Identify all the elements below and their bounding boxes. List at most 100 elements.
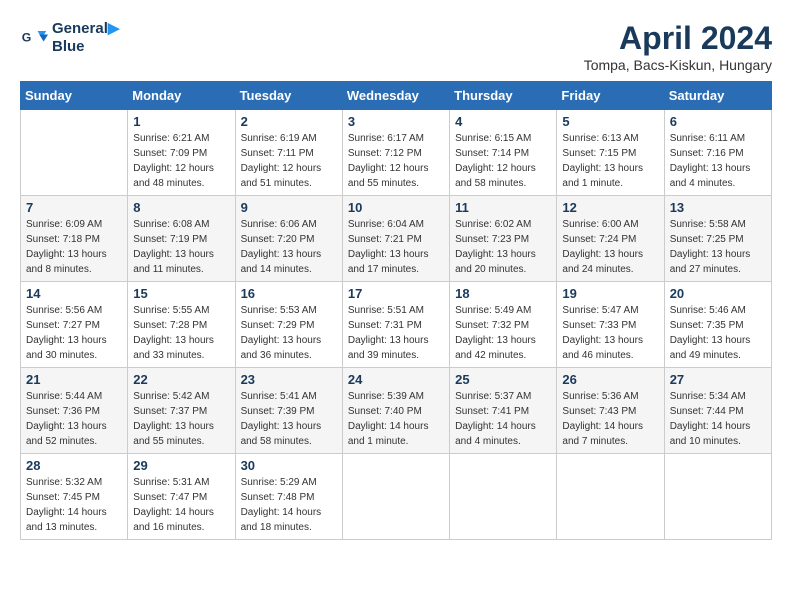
day-number: 24 <box>348 372 444 387</box>
calendar-cell: 22Sunrise: 5:42 AMSunset: 7:37 PMDayligh… <box>128 368 235 454</box>
month-title: April 2024 <box>584 20 772 57</box>
day-info: Sunrise: 6:11 AMSunset: 7:16 PMDaylight:… <box>670 131 766 191</box>
calendar-cell: 10Sunrise: 6:04 AMSunset: 7:21 PMDayligh… <box>342 196 449 282</box>
calendar-week-row: 21 Sunrise: 5:44 AMSunset: 7:36 PMDayligh… <box>21 368 772 454</box>
calendar-cell <box>450 454 557 540</box>
page-header: G General▶ Blue April 2024 Tompa, Bacs-K… <box>20 20 772 73</box>
day-info: Sunrise: 5:47 AMSunset: 7:33 PMDaylight:… <box>562 303 658 363</box>
calendar-cell: 1 Sunrise: 6:21 AMSunset: 7:09 PMDaylight… <box>128 110 235 196</box>
day-number: 4 <box>455 114 551 129</box>
calendar-cell: 23 Sunrise: 5:41 AMSunset: 7:39 PMDayligh… <box>235 368 342 454</box>
day-number: 14 <box>26 286 122 301</box>
day-number: 27 <box>670 372 766 387</box>
day-number: 17 <box>348 286 444 301</box>
calendar-cell <box>557 454 664 540</box>
weekday-header: Tuesday <box>235 82 342 110</box>
day-info: Sunrise: 5:31 AMSunset: 7:47 PMDaylight:… <box>133 475 229 535</box>
calendar-cell: 14 Sunrise: 5:56 AMSunset: 7:27 PMDayligh… <box>21 282 128 368</box>
day-info: Sunrise: 5:56 AMSunset: 7:27 PMDaylight:… <box>26 303 122 363</box>
day-info: Sunrise: 6:15 AMSunset: 7:14 PMDaylight:… <box>455 131 551 191</box>
svg-text:G: G <box>22 31 32 45</box>
day-info: Sunrise: 6:09 AMSunset: 7:18 PMDaylight:… <box>26 217 122 277</box>
day-number: 1 <box>133 114 229 129</box>
day-number: 2 <box>241 114 337 129</box>
calendar-cell: 19 Sunrise: 5:47 AMSunset: 7:33 PMDayligh… <box>557 282 664 368</box>
calendar-cell: 7 Sunrise: 6:09 AMSunset: 7:18 PMDaylight… <box>21 196 128 282</box>
day-info: Sunrise: 5:32 AMSunset: 7:45 PMDaylight:… <box>26 475 122 535</box>
day-info: Sunrise: 5:49 AMSunset: 7:32 PMDaylight:… <box>455 303 551 363</box>
day-info: Sunrise: 6:02 AMSunset: 7:23 PMDaylight:… <box>455 217 551 277</box>
day-number: 22 <box>133 372 229 387</box>
day-number: 11 <box>455 200 551 215</box>
calendar-week-row: 1 Sunrise: 6:21 AMSunset: 7:09 PMDaylight… <box>21 110 772 196</box>
day-number: 12 <box>562 200 658 215</box>
day-number: 13 <box>670 200 766 215</box>
day-info: Sunrise: 6:19 AMSunset: 7:11 PMDaylight:… <box>241 131 337 191</box>
day-info: Sunrise: 5:46 AMSunset: 7:35 PMDaylight:… <box>670 303 766 363</box>
day-number: 25 <box>455 372 551 387</box>
weekday-header: Thursday <box>450 82 557 110</box>
day-number: 29 <box>133 458 229 473</box>
calendar-table: SundayMondayTuesdayWednesdayThursdayFrid… <box>20 81 772 540</box>
title-section: April 2024 Tompa, Bacs-Kiskun, Hungary <box>584 20 772 73</box>
day-number: 20 <box>670 286 766 301</box>
calendar-cell <box>664 454 771 540</box>
weekday-header-row: SundayMondayTuesdayWednesdayThursdayFrid… <box>21 82 772 110</box>
day-number: 3 <box>348 114 444 129</box>
day-info: Sunrise: 5:55 AMSunset: 7:28 PMDaylight:… <box>133 303 229 363</box>
day-number: 30 <box>241 458 337 473</box>
day-number: 16 <box>241 286 337 301</box>
day-info: Sunrise: 5:58 AMSunset: 7:25 PMDaylight:… <box>670 217 766 277</box>
day-number: 23 <box>241 372 337 387</box>
day-number: 10 <box>348 200 444 215</box>
logo: G General▶ Blue <box>20 20 119 56</box>
calendar-cell: 21 Sunrise: 5:44 AMSunset: 7:36 PMDayligh… <box>21 368 128 454</box>
day-number: 5 <box>562 114 658 129</box>
logo-text: General▶ Blue <box>52 20 119 56</box>
day-info: Sunrise: 6:17 AMSunset: 7:12 PMDaylight:… <box>348 131 444 191</box>
day-number: 9 <box>241 200 337 215</box>
day-number: 19 <box>562 286 658 301</box>
day-info: Sunrise: 6:13 AMSunset: 7:15 PMDaylight:… <box>562 131 658 191</box>
calendar-cell: 18Sunrise: 5:49 AMSunset: 7:32 PMDayligh… <box>450 282 557 368</box>
calendar-cell: 16 Sunrise: 5:53 AMSunset: 7:29 PMDayligh… <box>235 282 342 368</box>
calendar-cell: 11 Sunrise: 6:02 AMSunset: 7:23 PMDayligh… <box>450 196 557 282</box>
day-info: Sunrise: 6:21 AMSunset: 7:09 PMDaylight:… <box>133 131 229 191</box>
calendar-cell: 13 Sunrise: 5:58 AMSunset: 7:25 PMDayligh… <box>664 196 771 282</box>
calendar-cell: 5 Sunrise: 6:13 AMSunset: 7:15 PMDaylight… <box>557 110 664 196</box>
logo-icon: G <box>20 24 48 52</box>
day-number: 28 <box>26 458 122 473</box>
calendar-week-row: 14 Sunrise: 5:56 AMSunset: 7:27 PMDayligh… <box>21 282 772 368</box>
calendar-cell: 6 Sunrise: 6:11 AMSunset: 7:16 PMDaylight… <box>664 110 771 196</box>
day-info: Sunrise: 5:41 AMSunset: 7:39 PMDaylight:… <box>241 389 337 449</box>
weekday-header: Friday <box>557 82 664 110</box>
day-number: 7 <box>26 200 122 215</box>
day-info: Sunrise: 5:37 AMSunset: 7:41 PMDaylight:… <box>455 389 551 449</box>
day-info: Sunrise: 5:53 AMSunset: 7:29 PMDaylight:… <box>241 303 337 363</box>
weekday-header: Wednesday <box>342 82 449 110</box>
calendar-cell: 20 Sunrise: 5:46 AMSunset: 7:35 PMDayligh… <box>664 282 771 368</box>
day-info: Sunrise: 5:44 AMSunset: 7:36 PMDaylight:… <box>26 389 122 449</box>
day-info: Sunrise: 5:36 AMSunset: 7:43 PMDaylight:… <box>562 389 658 449</box>
day-info: Sunrise: 5:51 AMSunset: 7:31 PMDaylight:… <box>348 303 444 363</box>
weekday-header: Monday <box>128 82 235 110</box>
calendar-cell: 8Sunrise: 6:08 AMSunset: 7:19 PMDaylight… <box>128 196 235 282</box>
calendar-cell <box>342 454 449 540</box>
calendar-week-row: 28 Sunrise: 5:32 AMSunset: 7:45 PMDayligh… <box>21 454 772 540</box>
calendar-cell: 26 Sunrise: 5:36 AMSunset: 7:43 PMDayligh… <box>557 368 664 454</box>
calendar-week-row: 7 Sunrise: 6:09 AMSunset: 7:18 PMDaylight… <box>21 196 772 282</box>
day-info: Sunrise: 6:08 AMSunset: 7:19 PMDaylight:… <box>133 217 229 277</box>
day-number: 6 <box>670 114 766 129</box>
day-info: Sunrise: 5:39 AMSunset: 7:40 PMDaylight:… <box>348 389 444 449</box>
day-info: Sunrise: 5:34 AMSunset: 7:44 PMDaylight:… <box>670 389 766 449</box>
calendar-cell: 12 Sunrise: 6:00 AMSunset: 7:24 PMDayligh… <box>557 196 664 282</box>
calendar-cell: 25 Sunrise: 5:37 AMSunset: 7:41 PMDayligh… <box>450 368 557 454</box>
calendar-cell: 17 Sunrise: 5:51 AMSunset: 7:31 PMDayligh… <box>342 282 449 368</box>
location: Tompa, Bacs-Kiskun, Hungary <box>584 57 772 73</box>
day-number: 21 <box>26 372 122 387</box>
day-info: Sunrise: 6:00 AMSunset: 7:24 PMDaylight:… <box>562 217 658 277</box>
day-info: Sunrise: 6:06 AMSunset: 7:20 PMDaylight:… <box>241 217 337 277</box>
day-number: 26 <box>562 372 658 387</box>
day-info: Sunrise: 5:29 AMSunset: 7:48 PMDaylight:… <box>241 475 337 535</box>
calendar-cell: 3 Sunrise: 6:17 AMSunset: 7:12 PMDaylight… <box>342 110 449 196</box>
